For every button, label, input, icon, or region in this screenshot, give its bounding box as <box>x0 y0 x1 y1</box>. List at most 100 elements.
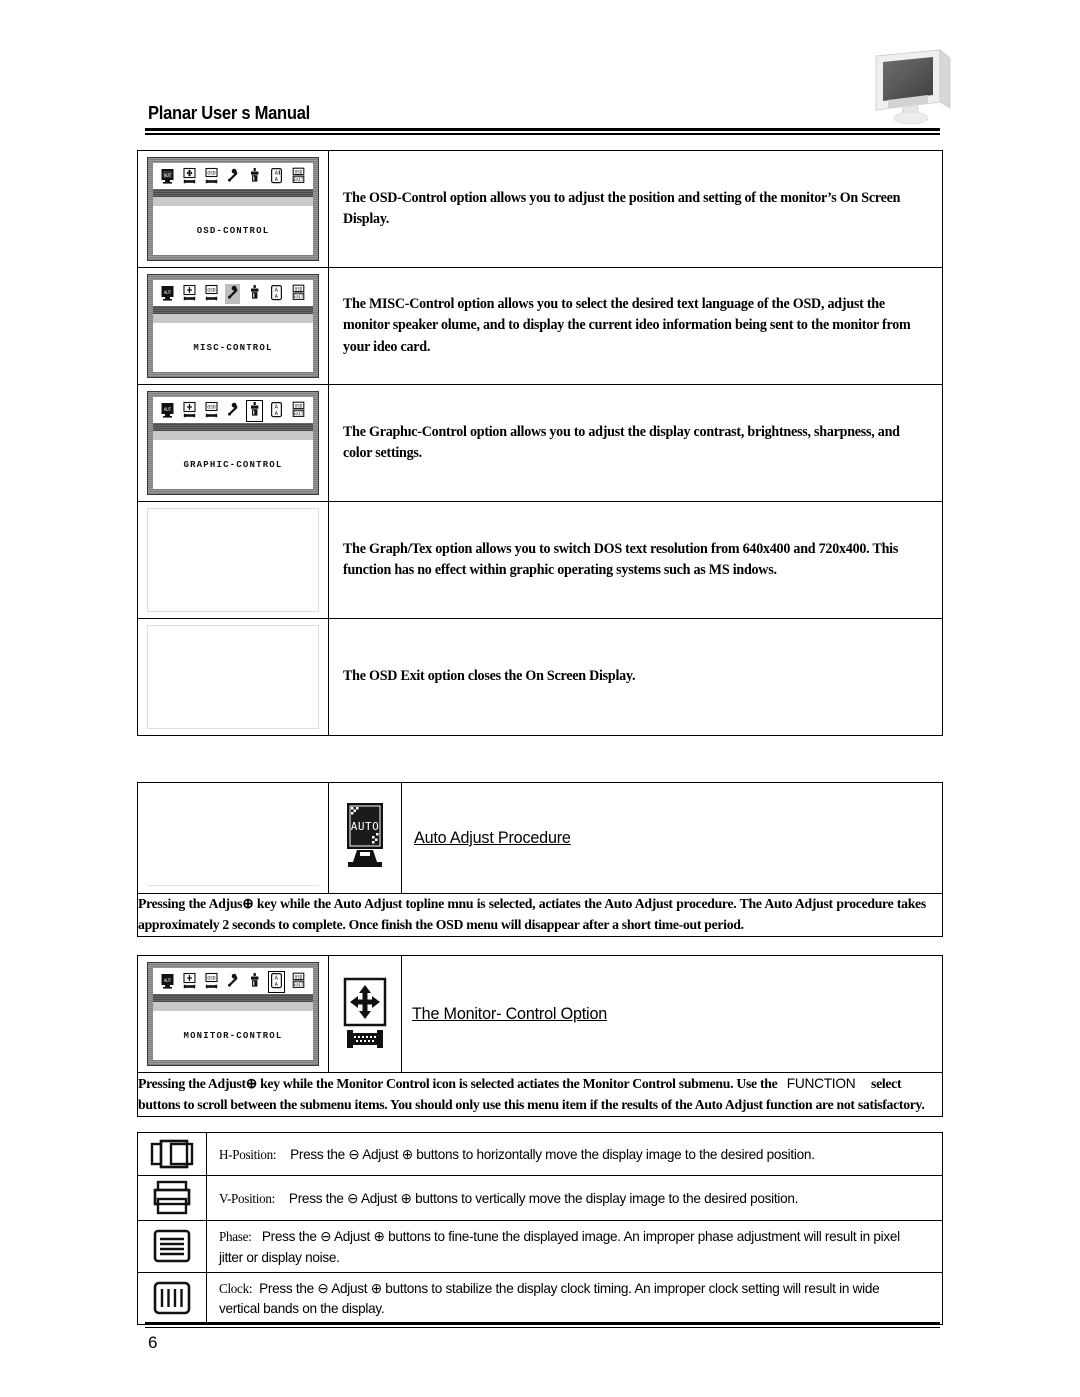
osd-divider-band <box>153 423 313 431</box>
wrench-misc-icon <box>225 283 241 304</box>
submenu-icon-cell <box>137 1220 207 1273</box>
osd-icon-bar: AUT OSD A A OSD EXIT <box>153 968 313 994</box>
minus-button-glyph: ⊖ <box>348 1145 360 1162</box>
submenu-text-after: buttons to vertically move the display i… <box>415 1189 799 1206</box>
monitor-control-icon-cell <box>328 955 402 1073</box>
osd-menu-label: GRAPHIC-CONTROL <box>183 459 283 470</box>
auto-adjust-text-1: Pressing the Adjus <box>138 897 243 912</box>
osd-divider-band <box>153 189 313 197</box>
minus-button-glyph: ⊖ <box>347 1189 359 1206</box>
lcd-monitor-illustration <box>875 49 951 125</box>
osd-menu-screenshot: AUT OSD <box>147 274 319 378</box>
osd-divider-band <box>153 306 313 314</box>
svg-text:OSD: OSD <box>294 403 302 408</box>
submenu-description: H-Position: Press the ⊖ Adjust ⊕ buttons… <box>219 1144 911 1165</box>
submenu-icon-cell <box>137 1175 207 1221</box>
table-row: AUTO Auto Adjust Procedure <box>137 782 943 894</box>
graphic-contrast-icon <box>247 972 262 992</box>
language-a-a-icon: AA <box>269 401 284 421</box>
table-row: The OSD Exit option closes the On Screen… <box>137 618 943 736</box>
osd-highlight-bar <box>153 197 313 206</box>
wrench-misc-icon <box>225 401 240 421</box>
option-description-cell: The MISC-Control option allows you to se… <box>328 267 943 385</box>
wrench-misc-icon <box>225 972 240 992</box>
submenu-icon-cell <box>137 1271 207 1325</box>
submenu-text-after: buttons to horizontally move the display… <box>416 1145 815 1162</box>
table-row: Clock: Press the ⊖ Adjust ⊕ buttons to s… <box>137 1271 943 1325</box>
table-row: The Graph/Tex option allows you to switc… <box>137 501 943 619</box>
option-description: The OSD Exit option closes the On Screen… <box>343 668 636 685</box>
osd-highlight-bar <box>153 314 313 323</box>
osd-position-icon: OSD <box>204 401 219 421</box>
monitor-control-title-cell: The Monitor- Control Option <box>401 955 943 1073</box>
table-row: AUT OSD <box>137 267 943 385</box>
svg-text:AUTO: AUTO <box>351 820 380 833</box>
monitor-control-paragraph: Pressing the Adjust⊕ key while the Monit… <box>138 1073 926 1116</box>
option-description: The Graphıc-Control option allows you to… <box>343 423 900 461</box>
monitor-control-table: AUT OSD A A OSD EXIT MONITOR-CONTROL The… <box>137 955 943 1117</box>
option-description: The OSD-Control option allows you to adj… <box>343 189 901 227</box>
auto-adjust-title: Auto Adjust Procedure <box>414 828 571 847</box>
plus-button-glyph: ⊕ <box>401 1145 413 1162</box>
minus-button-glyph: ⊖ <box>320 1228 332 1244</box>
auto-adjust-table: AUTO Auto Adjust Procedure Pressing the … <box>137 782 943 937</box>
osd-screenshot-cell <box>137 501 329 619</box>
table-row: H-Position: Press the ⊖ Adjust ⊕ buttons… <box>137 1132 943 1176</box>
empty-image-placeholder <box>147 508 319 612</box>
monitor-control-paragraph-cell: Pressing the Adjust⊕ key while the Monit… <box>137 1072 943 1117</box>
osd-exit-icon: OSD EXIT <box>291 972 306 992</box>
submenu-description: V-Position: Press the ⊖ Adjust ⊕ buttons… <box>219 1188 911 1209</box>
page-title: Planar User s Manual <box>148 103 310 123</box>
osd-screenshot-cell: AUT OSD <box>137 267 329 385</box>
osd-screenshot-cell: AUT OSD <box>137 150 329 268</box>
submenu-description: Phase: Press the ⊖ Adjust ⊕ buttons to f… <box>219 1226 911 1267</box>
osd-options-table: AUT OSD A A OSD EXIT OSD-CONTROL The OSD… <box>137 150 943 736</box>
osd-exit-icon: OSD EXIT <box>291 167 306 187</box>
auto-monitor-icon: AUT <box>160 167 175 187</box>
osd-menu-label: MONITOR-CONTROL <box>183 1030 283 1041</box>
table-row: AUT OSD <box>137 150 943 268</box>
auto-adjust-paragraph: Pressing the Adjus⊕ key while the Auto A… <box>138 894 926 936</box>
auto-adjust-icon-cell: AUTO <box>328 782 402 894</box>
svg-text:OSD: OSD <box>207 170 216 176</box>
submenu-text-before: Press the <box>261 1228 317 1244</box>
four-way-arrow-icon <box>343 977 387 1027</box>
adjust-label: Adjust <box>333 1228 371 1244</box>
footer-rule-bottom <box>145 1327 940 1328</box>
table-row: V-Position: Press the ⊖ Adjust ⊕ buttons… <box>137 1175 943 1221</box>
submenu-description-cell: Clock: Press the ⊖ Adjust ⊕ buttons to s… <box>206 1271 943 1325</box>
auto-adjust-text-2: key while the Auto Adjust topline mnu is… <box>138 897 926 933</box>
h-v-position-icon <box>182 972 197 992</box>
minus-button-glyph: ⊖ <box>317 1279 329 1296</box>
svg-text:OSD: OSD <box>294 286 302 291</box>
table-row: Pressing the Adjust⊕ key while the Monit… <box>137 1072 943 1117</box>
osd-menu-label: MISC-CONTROL <box>193 342 273 353</box>
auto-monitor-icon: AUT <box>160 972 175 992</box>
svg-text:EXIT: EXIT <box>293 411 303 416</box>
submenu-text-before: Press the <box>288 1189 344 1206</box>
submenu-description-cell: Phase: Press the ⊖ Adjust ⊕ buttons to f… <box>206 1220 943 1273</box>
osd-menu-screenshot: AUT OSD <box>147 391 319 495</box>
language-a-a-icon: AA <box>269 167 284 187</box>
graphic-contrast-icon <box>247 167 262 187</box>
page-number: 6 <box>148 1333 158 1352</box>
submenu-label: V-Position: <box>219 1190 276 1206</box>
language-a-a-icon: AA <box>269 284 284 304</box>
h-v-position-icon <box>182 401 197 421</box>
svg-text:OSD: OSD <box>294 169 302 174</box>
osd-exit-icon: OSD EXIT <box>291 284 306 304</box>
submenu-label: H-Position: <box>219 1146 277 1162</box>
submenu-label: Clock: <box>219 1280 253 1296</box>
osd-position-icon: OSD <box>204 167 219 187</box>
osd-highlight-bar <box>153 431 313 440</box>
submenu-label: Phase: <box>219 1229 252 1244</box>
submenu-description-cell: H-Position: Press the ⊖ Adjust ⊕ buttons… <box>206 1132 943 1176</box>
osd-menu-screenshot: AUT OSD <box>147 962 319 1066</box>
svg-text:OSD: OSD <box>207 404 216 410</box>
table-row: AUT OSD <box>137 384 943 502</box>
monitor-control-text-2: key while the Monitor Control icon is se… <box>256 1077 778 1092</box>
osd-highlight-bar <box>153 1002 313 1011</box>
auto-adjust-title-cell: Auto Adjust Procedure <box>401 782 943 894</box>
phase-icon <box>153 1230 191 1263</box>
svg-text:AUT: AUT <box>164 290 172 295</box>
